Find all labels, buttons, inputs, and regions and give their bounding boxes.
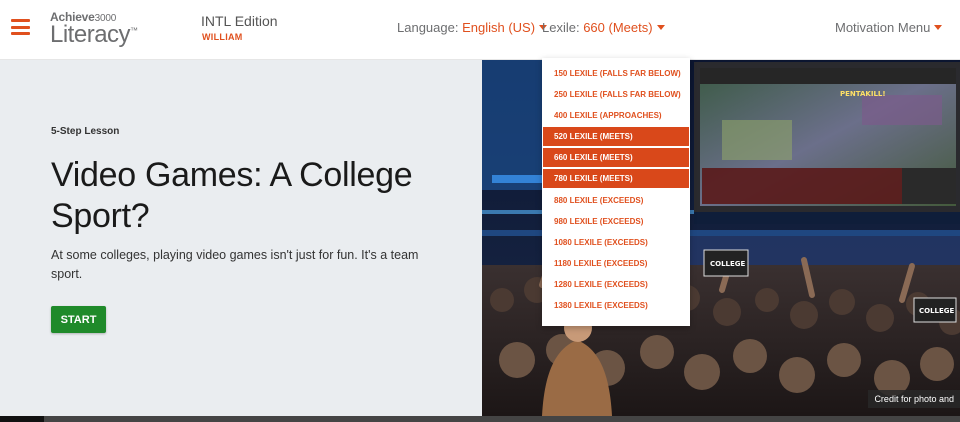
lexile-option[interactable]: 1380 LEXILE (EXCEEDS) [542,296,690,315]
lexile-option[interactable]: 1080 LEXILE (EXCEEDS) [542,233,690,252]
language-value: English (US) [462,20,536,35]
achieve3000-logo[interactable]: Achieve3000 Literacy™ [50,10,150,50]
hamburger-menu-icon[interactable] [11,19,30,35]
lesson-hero-panel: 5-Step Lesson Video Games: A College Spo… [0,60,482,416]
lexile-option[interactable]: 1180 LEXILE (EXCEEDS) [542,254,690,273]
lexile-option[interactable]: 520 LEXILE (MEETS) [543,127,689,147]
lexile-option[interactable]: 250 LEXILE (FALLS FAR BELOW) [542,85,690,104]
top-header: Achieve3000 Literacy™ INTL Edition WILLI… [0,0,960,60]
lexile-value: 660 (Meets) [583,20,653,35]
motivation-menu-label: Motivation Menu [835,20,931,35]
sign-text-2: COLLEGE [919,307,955,315]
language-selector[interactable]: Language: English (US) [397,20,548,35]
language-label: Language: [397,20,459,35]
caret-down-icon [656,25,665,30]
lexile-option[interactable]: 400 LEXILE (APPROACHES) [542,106,690,125]
caret-down-icon [934,25,943,30]
lesson-description: At some colleges, playing video games is… [51,248,419,281]
lesson-title: Video Games: A College Sport? [51,156,413,235]
lexile-selector[interactable]: Lexile: 660 (Meets) [542,20,665,35]
lexile-option[interactable]: 880 LEXILE (EXCEEDS) [542,191,690,210]
photo-credit-link[interactable]: Credit for photo and [868,390,960,408]
lexile-option-selected[interactable]: 660 LEXILE (MEETS) [543,148,689,168]
lesson-type-label: 5-Step Lesson [51,126,120,137]
scroll-thumb[interactable] [0,416,44,422]
lexile-option[interactable]: 980 LEXILE (EXCEEDS) [542,212,690,231]
motivation-menu[interactable]: Motivation Menu [835,20,943,35]
lexile-option[interactable]: 780 LEXILE (MEETS) [543,169,689,189]
sign-text-1: COLLEGE [710,260,746,268]
lexile-label: Lexile: [542,20,580,35]
bottom-scroll-bar[interactable] [0,416,960,422]
user-name: WILLIAM [202,32,243,42]
start-button[interactable]: START [51,306,106,333]
lexile-option[interactable]: 150 LEXILE (FALLS FAR BELOW) [542,64,690,83]
screen-text: PENTAKILL! [840,90,886,98]
lexile-option[interactable]: 1280 LEXILE (EXCEEDS) [542,275,690,294]
lexile-dropdown-menu: 150 LEXILE (FALLS FAR BELOW) 250 LEXILE … [542,58,690,326]
edition-label: INTL Edition [201,13,278,29]
logo-bottom-text: Literacy™ [50,21,138,48]
